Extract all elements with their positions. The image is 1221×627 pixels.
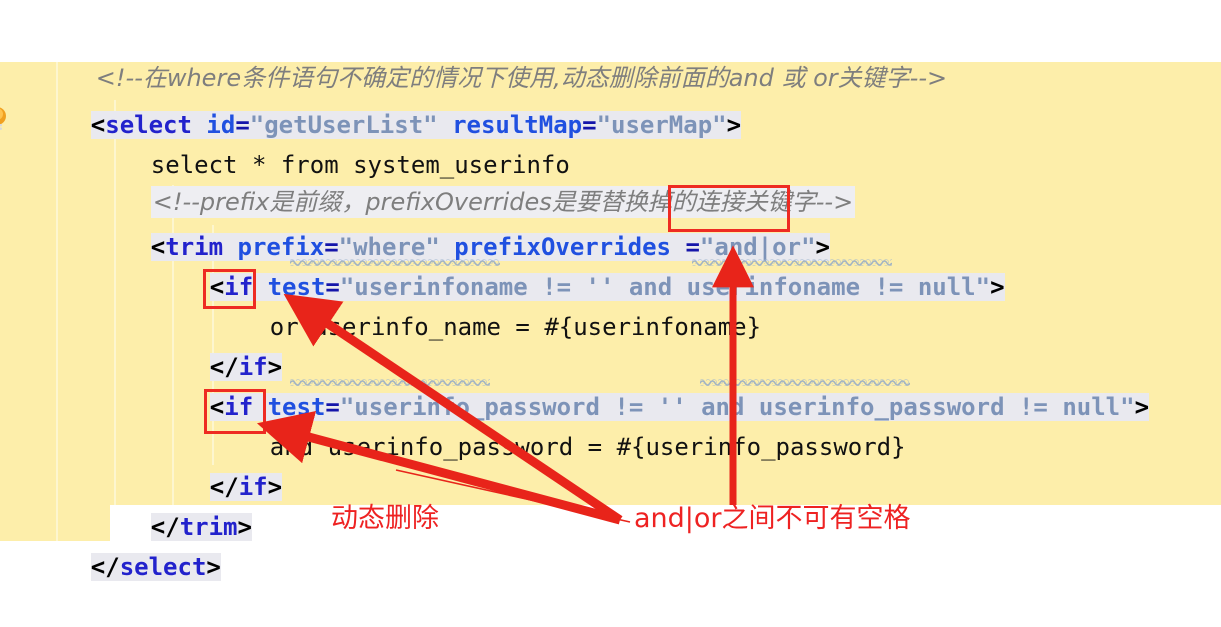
code-token: </ [90, 553, 120, 581]
code-line-comment-1[interactable]: <!--在where条件语句不确定的情况下使用,动态删除前面的and 或 or关… [38, 18, 1038, 92]
code-line-if2-close[interactable]: </if> [152, 427, 1221, 501]
code-line-sql-select[interactable]: select * from system_userinfo [93, 105, 1221, 179]
code-line-and-clause[interactable]: and userinfo_password = #{userinfo_passw… [212, 387, 1221, 461]
highlight-box-or [203, 269, 256, 309]
annotation-dynamic-delete: 动态删除 [331, 503, 439, 534]
code-line-comment-2[interactable]: <!--prefix是前缀，prefixOverrides是要替换掉的连接关键字… [93, 142, 1221, 218]
tag-select-close: </select> [90, 553, 221, 581]
code-line-or-clause[interactable]: or userinfo_name = #{userinfoname} [212, 267, 1221, 341]
code-line-select-close[interactable]: </select> [33, 507, 1221, 581]
annotation-no-space: and|or之间不可有空格 [634, 503, 911, 534]
code-line-select-open[interactable]: <select id="getUserList" resultMap="user… [33, 65, 1221, 139]
code-line-trim-close[interactable]: </trim> [93, 467, 1221, 541]
inspection-squiggle [692, 258, 892, 266]
code-token: > [206, 553, 221, 581]
highlight-box-andor [668, 185, 790, 232]
inspection-squiggle [290, 378, 490, 386]
code-token: select [119, 553, 207, 581]
lightbulb-icon[interactable] [0, 104, 14, 134]
inspection-squiggle [290, 258, 500, 266]
inspection-squiggle [700, 378, 910, 386]
code-line-trim-open[interactable]: <trim prefix="where" prefixOverrides ="a… [93, 187, 1221, 261]
code-line-if1-close[interactable]: </if> [152, 307, 1221, 381]
code-editor[interactable]: <!--在where条件语句不确定的情况下使用,动态删除前面的and 或 or关… [0, 0, 1221, 606]
highlight-box-and [204, 389, 266, 434]
